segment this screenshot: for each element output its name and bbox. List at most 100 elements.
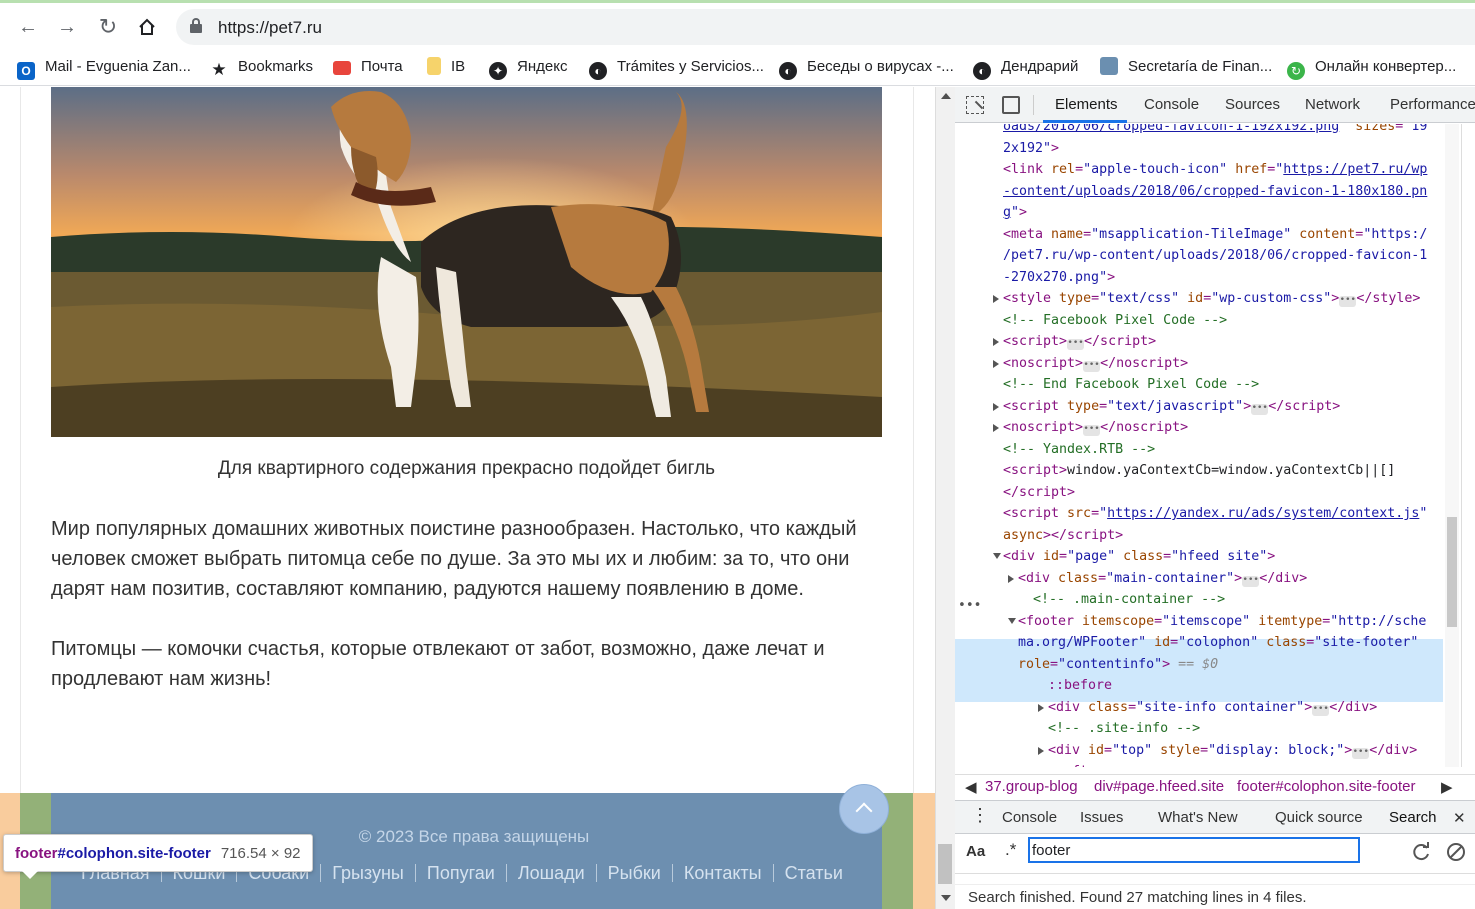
dom-node-line[interactable]: <footer itemscope="itemscope" itemtype="…: [1018, 611, 1445, 632]
close-search-icon[interactable]: ✕: [1453, 809, 1466, 827]
refresh-search-icon[interactable]: [1410, 841, 1432, 863]
dom-node-line[interactable]: </script>: [1003, 482, 1443, 503]
dom-node-line[interactable]: <noscript>•••</noscript>: [1003, 417, 1443, 438]
footer-link[interactable]: Рыбки: [608, 863, 661, 883]
drawer-tab-whats-new[interactable]: What's New: [1158, 809, 1238, 826]
compass-icon: ✦: [489, 62, 507, 80]
dom-node-line[interactable]: <div id="page" class="hfeed site">: [1003, 546, 1443, 567]
footer-link[interactable]: Попугаи: [427, 863, 495, 883]
bookmark-item[interactable]: Secretaría de Finan...: [1100, 56, 1272, 78]
scroll-down-arrow-icon[interactable]: [941, 895, 951, 901]
bookmark-item[interactable]: ◐ Беседы о вирусах -...: [779, 56, 954, 80]
search-input[interactable]: [1028, 837, 1360, 863]
expand-triangle-icon[interactable]: [993, 338, 999, 346]
footer-link[interactable]: Статьи: [785, 863, 843, 883]
dom-node-line[interactable]: <script>window.yaContextCb=window.yaCont…: [1003, 460, 1443, 481]
dom-node-line[interactable]: <meta name="msapplication-TileImage" con…: [1003, 224, 1443, 245]
dom-node-line[interactable]: 2x192">: [1003, 138, 1443, 159]
drawer-tab-search[interactable]: Search: [1389, 809, 1437, 826]
expand-triangle-icon[interactable]: [1008, 574, 1014, 583]
dom-tree-scrollbar[interactable]: [1445, 124, 1459, 767]
dom-node-line[interactable]: <div class="site-info container">•••</di…: [1048, 697, 1445, 718]
tab-sources[interactable]: Sources: [1225, 96, 1280, 113]
expand-triangle-icon[interactable]: [1038, 746, 1044, 755]
dom-node-line[interactable]: <div id="top" style="display: block;">••…: [1048, 740, 1445, 761]
bookmark-item[interactable]: IB: [427, 56, 465, 78]
dom-node-line[interactable]: ma.org/WPFooter" id="colophon" class="si…: [1018, 632, 1445, 653]
dom-node-line[interactable]: <script src="https://yandex.ru/ads/syste…: [1003, 503, 1443, 524]
breadcrumb-item-active[interactable]: footer#colophon.site-footer: [1237, 778, 1415, 795]
bookmark-item[interactable]: ◐ Дендрарий: [973, 56, 1078, 80]
reload-icon[interactable]: ↻: [96, 15, 120, 39]
expand-triangle-icon[interactable]: [1038, 703, 1044, 712]
expand-triangle-icon[interactable]: [993, 359, 999, 368]
dom-node-line[interactable]: ::before: [1048, 675, 1445, 696]
bookmark-item[interactable]: ↻ Онлайн конвертер...: [1287, 56, 1456, 80]
match-case-toggle[interactable]: Aa: [966, 843, 985, 860]
dom-node-line[interactable]: <script>•••</script>: [1003, 331, 1443, 352]
dom-node-line[interactable]: <div class="main-container">•••</div>: [1018, 568, 1445, 589]
expand-triangle-icon[interactable]: [993, 295, 999, 303]
breadcrumb-scroll-right-icon[interactable]: ▶: [1441, 778, 1453, 796]
bookmark-label: IB: [451, 58, 466, 75]
dom-node-line[interactable]: ::after: [1048, 761, 1445, 767]
dom-node-line[interactable]: <!-- .site-info -->: [1048, 718, 1445, 739]
device-toolbar-icon[interactable]: [1002, 96, 1020, 114]
footer-link[interactable]: Грызуны: [332, 863, 404, 883]
tab-elements[interactable]: Elements: [1055, 96, 1118, 113]
url-text[interactable]: https://pet7.ru: [218, 18, 322, 38]
collapse-triangle-icon[interactable]: [993, 553, 1001, 559]
dom-node-line[interactable]: oads/2018/06/cropped-favicon-1-192x192.p…: [1003, 124, 1443, 137]
bookmark-item[interactable]: ★ Bookmarks: [210, 56, 313, 79]
scrollbar-thumb[interactable]: [938, 844, 952, 884]
dom-node-line[interactable]: <!-- .main-container -->: [1033, 589, 1445, 610]
dom-node-line[interactable]: <!-- Facebook Pixel Code -->: [1003, 310, 1443, 331]
home-icon[interactable]: [135, 15, 159, 39]
expand-triangle-icon[interactable]: [993, 402, 999, 411]
footer-link[interactable]: Контакты: [684, 863, 762, 883]
collapse-triangle-icon[interactable]: [1008, 617, 1016, 624]
dom-node-line[interactable]: -270x270.png">: [1003, 267, 1443, 288]
lock-icon[interactable]: [190, 18, 202, 34]
tab-network[interactable]: Network: [1305, 96, 1360, 113]
drawer-tab-issues[interactable]: Issues: [1080, 809, 1123, 826]
bookmark-item[interactable]: O Mail - Evguenia Zan...: [17, 56, 191, 80]
converter-icon: ↻: [1287, 62, 1305, 80]
breadcrumb-item[interactable]: 37.group-blog: [985, 778, 1078, 795]
drawer-menu-icon[interactable]: ⋮: [971, 806, 989, 824]
dom-node-line[interactable]: /pet7.ru/wp-content/uploads/2018/06/crop…: [1003, 245, 1443, 266]
breadcrumb-scroll-left-icon[interactable]: ◀: [965, 778, 977, 796]
forward-arrow-icon[interactable]: →: [55, 15, 79, 39]
back-arrow-icon[interactable]: ←: [16, 15, 40, 39]
dom-node-line[interactable]: g">: [1003, 202, 1443, 223]
breadcrumb-item[interactable]: div#page.hfeed.site: [1094, 778, 1224, 795]
dom-node-line[interactable]: role="contentinfo"> == $0: [1018, 654, 1445, 675]
dom-node-line[interactable]: async></script>: [1003, 525, 1443, 546]
address-bar[interactable]: https://pet7.ru: [176, 9, 1475, 45]
inspect-element-icon[interactable]: [966, 96, 984, 114]
regex-toggle[interactable]: .*: [1005, 840, 1016, 860]
expand-triangle-icon[interactable]: [993, 424, 999, 432]
dom-scrollbar-thumb[interactable]: [1447, 517, 1457, 627]
dom-breadcrumb: ◀ 37.group-blog div#page.hfeed.site foot…: [955, 774, 1475, 798]
scroll-up-arrow-icon[interactable]: [941, 93, 951, 99]
footer-link[interactable]: Лошади: [518, 863, 585, 883]
dom-node-line[interactable]: <style type="text/css" id="wp-custom-css…: [1003, 288, 1443, 309]
dom-node-line[interactable]: -content/uploads/2018/06/cropped-favicon…: [1003, 181, 1443, 202]
bookmark-item[interactable]: ◐ Trámites y Servicios...: [589, 56, 764, 80]
drawer-tab-console[interactable]: Console: [1002, 809, 1057, 826]
tab-console[interactable]: Console: [1144, 96, 1199, 113]
dom-node-line[interactable]: <script type="text/javascript">•••</scri…: [1003, 396, 1443, 417]
tab-performance[interactable]: Performance: [1390, 96, 1475, 113]
drawer-tab-quick-source[interactable]: Quick source: [1275, 809, 1363, 826]
dom-node-line[interactable]: <!-- Yandex.RTB -->: [1003, 439, 1443, 460]
bookmark-item[interactable]: ✦ Яндекс: [489, 56, 567, 80]
scroll-to-top-button[interactable]: [839, 784, 889, 834]
dom-node-line[interactable]: <link rel="apple-touch-icon" href="https…: [1003, 159, 1443, 180]
node-actions-ellipsis-icon[interactable]: •••: [958, 598, 981, 613]
dom-node-line[interactable]: <!-- End Facebook Pixel Code -->: [1003, 374, 1443, 395]
page-scrollbar[interactable]: [935, 87, 955, 909]
bookmark-item[interactable]: Почта: [333, 56, 403, 78]
clear-search-icon[interactable]: [1445, 841, 1467, 863]
dom-node-line[interactable]: <noscript>•••</noscript>: [1003, 353, 1443, 374]
